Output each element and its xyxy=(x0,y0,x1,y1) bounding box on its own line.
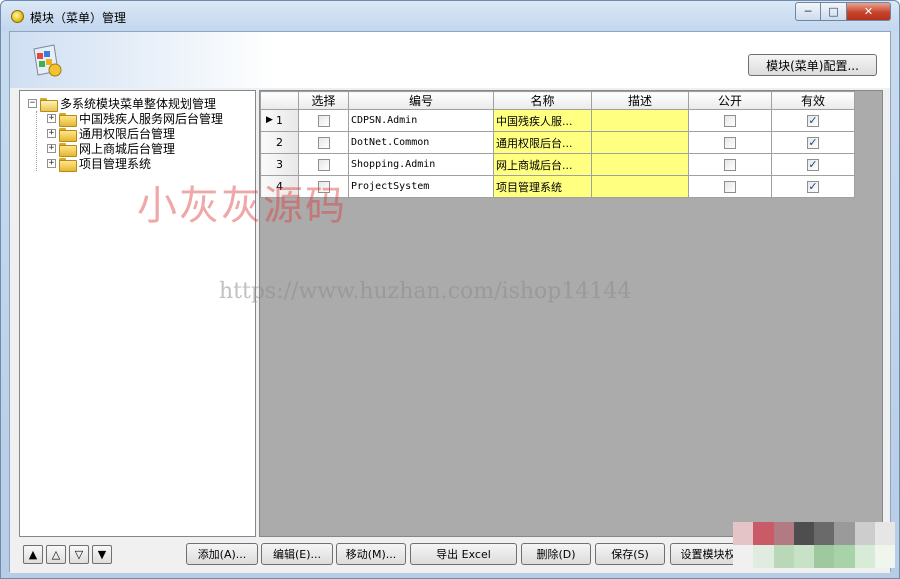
tree-node-shopping[interactable]: + 网上商城后台管理 xyxy=(47,141,175,157)
table-row[interactable]: 2 DotNet.Common 通用权限后台... ✓ xyxy=(260,131,855,154)
module-config-button[interactable]: 模块(菜单)配置... xyxy=(748,54,877,76)
folder-open-icon xyxy=(40,97,58,112)
minimize-button[interactable]: ─ xyxy=(795,2,821,21)
main-window: 模块（菜单）管理 ─ □ ✕ 模块(菜单)配置... − 多系统模块菜单整体规划… xyxy=(0,0,900,579)
tree-node-project[interactable]: + 项目管理系统 xyxy=(47,156,152,172)
tree-node-label: 项目管理系统 xyxy=(79,157,152,171)
valid-checkbox[interactable]: ✓ xyxy=(807,159,819,171)
edit-button[interactable]: 编辑(E)... xyxy=(261,543,333,565)
folder-icon xyxy=(59,157,77,172)
table-row[interactable]: 3 Shopping.Admin 网上商城后台... ✓ xyxy=(260,153,855,176)
collapse-icon[interactable]: − xyxy=(28,99,37,108)
public-cell[interactable] xyxy=(688,153,772,176)
table-row[interactable]: 4 ProjectSystem 项目管理系统 ✓ xyxy=(260,175,855,198)
code-cell[interactable]: CDPSN.Admin xyxy=(348,109,494,132)
select-checkbox[interactable] xyxy=(317,137,330,149)
column-header-valid[interactable]: 有效 xyxy=(771,91,855,110)
expand-icon[interactable]: + xyxy=(47,114,56,123)
pixelated-area xyxy=(733,522,895,568)
red-watermark: 小灰灰源码 xyxy=(137,183,347,229)
public-checkbox[interactable] xyxy=(724,115,736,127)
current-row-arrow-icon: ▶ xyxy=(266,115,273,125)
name-cell[interactable]: 项目管理系统 xyxy=(493,175,592,198)
description-cell[interactable] xyxy=(591,131,689,154)
row-header[interactable]: ▶ 1 xyxy=(260,109,299,132)
select-checkbox[interactable] xyxy=(317,115,330,127)
add-button[interactable]: 添加(A)... xyxy=(186,543,258,565)
module-table: 选择 编号 名称 描述 公开 有效 ▶ 1 CDPSN.Admin 中国残疾人服...… xyxy=(260,91,855,198)
row-number: 1 xyxy=(276,114,283,127)
select-cell[interactable] xyxy=(298,131,349,154)
folder-icon xyxy=(59,112,77,127)
public-checkbox[interactable] xyxy=(724,181,736,193)
column-header-code[interactable]: 编号 xyxy=(348,91,494,110)
close-button[interactable]: ✕ xyxy=(847,2,891,21)
row-header-corner xyxy=(260,91,299,110)
maximize-button[interactable]: □ xyxy=(821,2,847,21)
window-controls: ─ □ ✕ xyxy=(795,2,891,22)
public-cell[interactable] xyxy=(688,109,772,132)
module-grid[interactable]: 选择 编号 名称 描述 公开 有效 ▶ 1 CDPSN.Admin 中国残疾人服...… xyxy=(259,90,883,537)
select-cell[interactable] xyxy=(298,109,349,132)
move-down-button[interactable]: ▽ xyxy=(69,545,89,564)
move-button[interactable]: 移动(M)... xyxy=(336,543,406,565)
code-cell[interactable]: DotNet.Common xyxy=(348,131,494,154)
expand-icon[interactable]: + xyxy=(47,159,56,168)
move-top-button[interactable]: ▲ xyxy=(23,545,43,564)
valid-checkbox[interactable]: ✓ xyxy=(807,115,819,127)
name-cell[interactable]: 通用权限后台... xyxy=(493,131,592,154)
description-cell[interactable] xyxy=(591,109,689,132)
valid-checkbox[interactable]: ✓ xyxy=(807,181,819,193)
url-watermark: https://www.huzhan.com/ishop14144 xyxy=(219,279,632,304)
description-cell[interactable] xyxy=(591,153,689,176)
app-title-icon xyxy=(11,10,24,23)
name-cell[interactable]: 网上商城后台... xyxy=(493,153,592,176)
code-cell[interactable]: Shopping.Admin xyxy=(348,153,494,176)
module-tree[interactable]: − 多系统模块菜单整体规划管理 + 中国残疾人服务网后台管理 + 通用权限后台管… xyxy=(19,90,256,537)
export-excel-button[interactable]: 导出 Excel xyxy=(410,543,517,565)
table-header-row: 选择 编号 名称 描述 公开 有效 xyxy=(260,91,855,110)
public-cell[interactable] xyxy=(688,131,772,154)
folder-icon xyxy=(59,127,77,142)
tree-node-cdpsn[interactable]: + 中国残疾人服务网后台管理 xyxy=(47,111,223,127)
folder-icon xyxy=(59,142,77,157)
window-title: 模块（菜单）管理 xyxy=(30,11,127,25)
save-button[interactable]: 保存(S) xyxy=(595,543,665,565)
code-cell[interactable]: ProjectSystem xyxy=(348,175,494,198)
column-header-name[interactable]: 名称 xyxy=(493,91,592,110)
public-checkbox[interactable] xyxy=(724,137,736,149)
expand-icon[interactable]: + xyxy=(47,144,56,153)
valid-checkbox[interactable]: ✓ xyxy=(807,137,819,149)
public-checkbox[interactable] xyxy=(724,159,736,171)
column-header-public[interactable]: 公开 xyxy=(688,91,772,110)
row-header[interactable]: 2 xyxy=(260,131,299,154)
column-header-description[interactable]: 描述 xyxy=(591,91,689,110)
description-cell[interactable] xyxy=(591,175,689,198)
tree-node-root[interactable]: − 多系统模块菜单整体规划管理 xyxy=(28,96,216,112)
tree-node-permissions[interactable]: + 通用权限后台管理 xyxy=(47,126,175,142)
expand-icon[interactable]: + xyxy=(47,129,56,138)
move-bottom-button[interactable]: ▼ xyxy=(92,545,112,564)
valid-cell[interactable]: ✓ xyxy=(771,131,855,154)
delete-button[interactable]: 删除(D) xyxy=(521,543,591,565)
module-manager-icon xyxy=(33,44,62,77)
valid-cell[interactable]: ✓ xyxy=(771,153,855,176)
move-up-button[interactable]: △ xyxy=(46,545,66,564)
name-cell[interactable]: 中国残疾人服... xyxy=(493,109,592,132)
row-number: 2 xyxy=(276,136,283,149)
header-band: 模块(菜单)配置... xyxy=(10,32,890,88)
select-checkbox[interactable] xyxy=(317,159,330,171)
table-row[interactable]: ▶ 1 CDPSN.Admin 中国残疾人服... ✓ xyxy=(260,109,855,132)
tree-connector xyxy=(36,111,37,171)
valid-cell[interactable]: ✓ xyxy=(771,109,855,132)
column-header-select[interactable]: 选择 xyxy=(298,91,349,110)
title-bar[interactable]: 模块（菜单）管理 ─ □ ✕ xyxy=(1,1,899,31)
public-cell[interactable] xyxy=(688,175,772,198)
valid-cell[interactable]: ✓ xyxy=(771,175,855,198)
row-number: 3 xyxy=(276,158,283,171)
